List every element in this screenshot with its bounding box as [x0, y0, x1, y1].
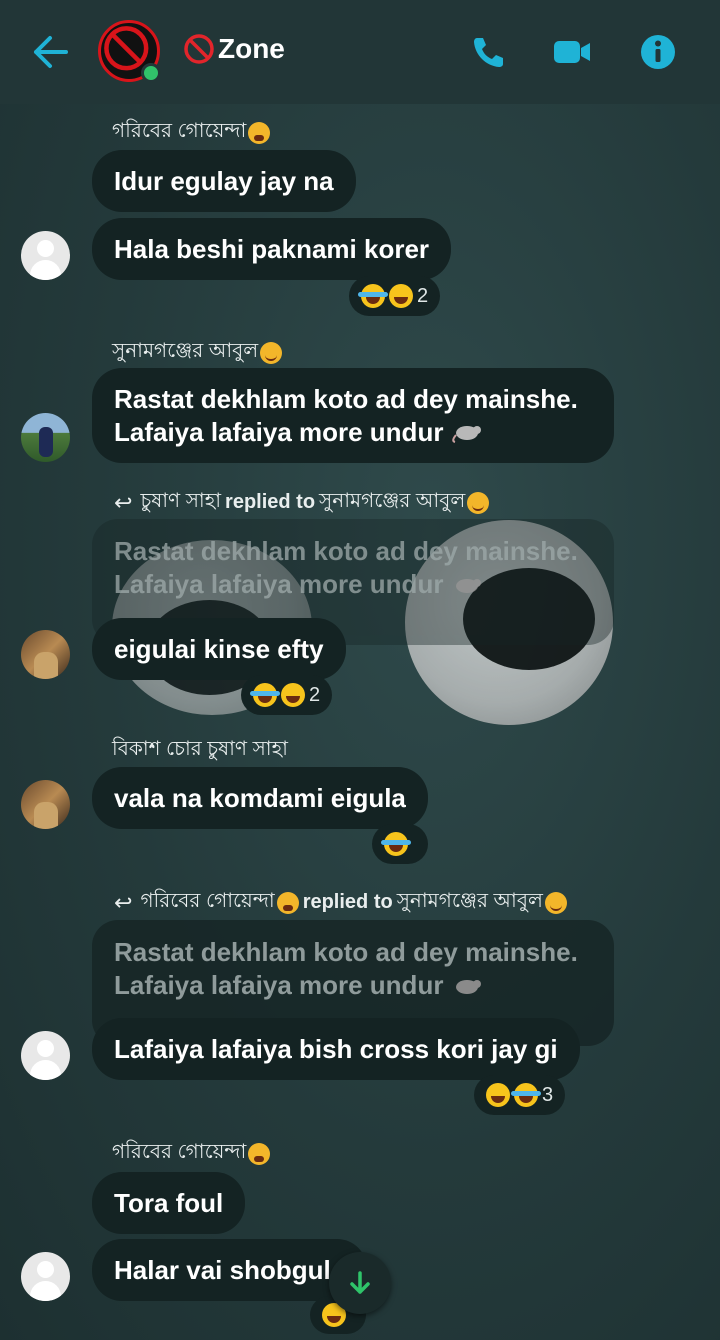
rat-icon	[456, 578, 482, 593]
reply-arrow-icon: ↩	[114, 489, 133, 515]
laughing-emoji-icon	[281, 683, 305, 707]
avatar[interactable]	[21, 413, 70, 462]
call-icon[interactable]	[468, 32, 508, 72]
sender-name: গরিবের গোয়েন্দা	[112, 116, 271, 149]
laughing-emoji-icon	[486, 1083, 510, 1107]
blush-face-icon	[467, 491, 490, 514]
sender-name: গরিবের গোয়েন্দা	[112, 1137, 271, 1170]
message-bubble[interactable]: Lafaiya lafaiya bish cross kori jay gi	[92, 1018, 580, 1080]
no-entry-icon	[184, 34, 214, 64]
sender-name: বিকাশ চোর চুষাণ সাহা	[112, 738, 288, 760]
rat-icon	[452, 426, 482, 443]
scroll-to-bottom-button[interactable]	[329, 1252, 391, 1314]
avatar[interactable]	[21, 1031, 70, 1080]
joy-emoji-icon	[358, 284, 388, 308]
blush-face-icon	[544, 891, 567, 914]
tired-face-icon	[248, 121, 271, 144]
avatar[interactable]	[21, 231, 70, 280]
laughing-emoji-icon	[389, 284, 413, 308]
arrow-down-icon	[350, 1271, 370, 1294]
chat-header: Zone	[0, 0, 720, 104]
tired-face-icon	[248, 1142, 271, 1165]
chat-title-text: Zone	[218, 33, 285, 64]
message-bubble[interactable]: Tora foul	[92, 1172, 246, 1234]
avatar[interactable]	[21, 630, 70, 679]
reaction-badge[interactable]	[372, 824, 428, 864]
message-bubble[interactable]: eigulai kinse efty	[92, 618, 346, 680]
message-bubble[interactable]: Halar vai shobgul	[92, 1239, 367, 1301]
message-bubble[interactable]: Idur egulay jay na	[92, 150, 356, 212]
chat-title[interactable]: Zone	[182, 32, 285, 66]
joy-emoji-icon	[511, 1083, 541, 1107]
reply-header: ↩ গরিবের গোয়েন্দা replied to সুনামগঞ্জে…	[114, 886, 567, 919]
back-arrow-icon[interactable]	[28, 32, 70, 72]
avatar[interactable]	[21, 780, 70, 829]
info-icon[interactable]	[638, 32, 678, 72]
message-bubble[interactable]: Rastat dekhlam koto ad dey mainshe. Lafa…	[92, 368, 614, 463]
reaction-badge[interactable]: 2	[349, 276, 441, 316]
joy-emoji-icon	[250, 683, 280, 707]
video-icon[interactable]	[552, 32, 592, 72]
reply-arrow-icon: ↩	[114, 889, 133, 915]
tired-face-icon	[276, 891, 299, 914]
avatar[interactable]	[21, 1252, 70, 1301]
reaction-badge[interactable]: 3	[474, 1075, 566, 1115]
rat-icon	[456, 979, 482, 994]
online-status-dot	[141, 63, 161, 83]
reply-header: ↩ চুষাণ সাহা replied to সুনামগঞ্জের আবুল	[114, 486, 490, 519]
blush-face-icon	[260, 341, 283, 364]
reaction-badge[interactable]: 2	[241, 675, 333, 715]
message-bubble[interactable]: Hala beshi paknami korer	[92, 218, 452, 280]
message-bubble[interactable]: vala na komdami eigula	[92, 767, 428, 829]
sender-name: সুনামগঞ্জের আবুল	[112, 336, 283, 369]
joy-emoji-icon	[381, 832, 411, 856]
